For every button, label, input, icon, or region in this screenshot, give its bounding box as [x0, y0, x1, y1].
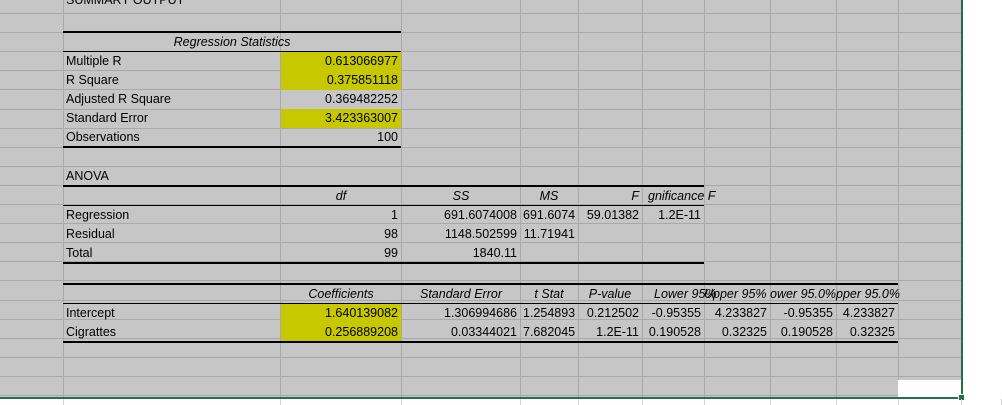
anova-total-ss[interactable]: 1840.11 [402, 244, 520, 263]
unselected-cell[interactable] [898, 380, 961, 397]
column-gridline [578, 399, 579, 405]
coef-intercept-lower-95[interactable]: -0.95355 [642, 304, 704, 323]
row-gridline [0, 357, 961, 358]
row-gridline [0, 280, 961, 281]
anova-regression-significance-f[interactable]: 1.2E-11 [642, 206, 704, 225]
regstats-label-r-square[interactable]: R Square [63, 71, 280, 90]
coef-header-lower-95-0: ower 95.0% [770, 287, 837, 301]
coef-header-standard-error: Standard Error [420, 287, 502, 301]
column-gridline [961, 399, 962, 405]
anova-header-ms: MS [539, 189, 559, 203]
coef-header-coefficients: Coefficients [308, 287, 374, 301]
column-gridline [520, 399, 521, 405]
regstats-value-multiple-r[interactable]: 0.613066977 [281, 52, 401, 71]
coef-cigrattes-t-stat[interactable]: 7.682045 [520, 323, 578, 342]
regstats-bottom-rule [63, 146, 401, 148]
coef-header-lower-95: Lower 95% [654, 287, 717, 301]
anova-residual-ms[interactable]: 11.71941 [520, 225, 578, 244]
column-gridline [642, 399, 643, 405]
spreadsheet-grid[interactable]: SUMMARY OUTPUT Regression Statistics Mul… [0, 0, 1002, 405]
row-gridline [0, 13, 961, 14]
anova-regression-ss[interactable]: 691.6074008 [402, 206, 520, 225]
row-gridline [0, 395, 961, 396]
anova-label-regression[interactable]: Regression [63, 206, 280, 225]
regstats-label-multiple-r[interactable]: Multiple R [63, 52, 280, 71]
coef-bottom-rule [63, 341, 898, 343]
anova-regression-df[interactable]: 1 [281, 206, 401, 225]
regstats-value-observations[interactable]: 100 [281, 128, 401, 147]
anova-title: ANOVA [66, 169, 109, 183]
column-gridline [898, 399, 899, 405]
coef-cigrattes-standard-error[interactable]: 0.03344021 [402, 323, 520, 342]
column-gridline [704, 399, 705, 405]
column-gridline [770, 399, 771, 405]
anova-header-significance-f: gnificance F [648, 189, 716, 203]
coef-header-upper-95-0: pper 95.0% [836, 287, 900, 301]
coef-intercept-coefficient[interactable]: 1.640139082 [281, 304, 401, 323]
regstats-label-standard-error[interactable]: Standard Error [63, 109, 280, 128]
column-gridline [280, 399, 281, 405]
anova-header-ss: SS [452, 189, 470, 203]
regstats-value-adjusted-r-square[interactable]: 0.369482252 [281, 90, 401, 109]
regstats-value-standard-error[interactable]: 3.423363007 [281, 109, 401, 128]
coef-cigrattes-coefficient[interactable]: 0.256889208 [281, 323, 401, 342]
coef-intercept-upper-95[interactable]: 4.233827 [704, 304, 770, 323]
anova-label-total[interactable]: Total [63, 244, 280, 263]
coef-cigrattes-upper-95-0[interactable]: 0.32325 [836, 323, 898, 342]
column-gridline [401, 399, 402, 405]
coef-intercept-lower-95-0[interactable]: -0.95355 [770, 304, 836, 323]
coef-cigrattes-lower-95[interactable]: 0.190528 [642, 323, 704, 342]
coef-label-intercept[interactable]: Intercept [63, 304, 280, 323]
regstats-title: Regression Statistics [173, 35, 291, 49]
anova-header-df: df [335, 189, 347, 203]
next-row-strip [0, 399, 1002, 405]
selection-border-right [961, 0, 963, 400]
anova-bottom-rule [63, 262, 704, 264]
anova-header-f: F [631, 189, 639, 203]
anova-regression-ms[interactable]: 691.6074 [520, 206, 578, 225]
summary-output-title: SUMMARY OUTPUT [66, 0, 185, 7]
anova-residual-ss[interactable]: 1148.502599 [402, 225, 520, 244]
coef-header-t-stat: t Stat [534, 287, 564, 301]
coef-intercept-p-value[interactable]: 0.212502 [578, 304, 642, 323]
coef-label-cigrattes[interactable]: Cigrattes [63, 323, 280, 342]
coef-header-p-value: P-value [588, 287, 632, 301]
anova-regression-f[interactable]: 59.01382 [578, 206, 642, 225]
selection-border-bottom [0, 397, 963, 399]
anova-label-residual[interactable]: Residual [63, 225, 280, 244]
column-gridline [836, 399, 837, 405]
row-gridline [0, 376, 961, 377]
anova-residual-df[interactable]: 98 [281, 225, 401, 244]
anova-total-df[interactable]: 99 [281, 244, 401, 263]
column-gridline [63, 399, 64, 405]
regstats-label-adjusted-r-square[interactable]: Adjusted R Square [63, 90, 280, 109]
coef-header-upper-95: Upper 95% [704, 287, 767, 301]
regstats-label-observations[interactable]: Observations [63, 128, 280, 147]
regstats-value-r-square[interactable]: 0.375851118 [281, 71, 401, 90]
coef-intercept-standard-error[interactable]: 1.306994686 [402, 304, 520, 323]
coef-intercept-upper-95-0[interactable]: 4.233827 [836, 304, 898, 323]
coef-intercept-t-stat[interactable]: 1.254893 [520, 304, 578, 323]
coef-cigrattes-upper-95[interactable]: 0.32325 [704, 323, 770, 342]
coef-cigrattes-lower-95-0[interactable]: 0.190528 [770, 323, 836, 342]
coef-cigrattes-p-value[interactable]: 1.2E-11 [578, 323, 642, 342]
